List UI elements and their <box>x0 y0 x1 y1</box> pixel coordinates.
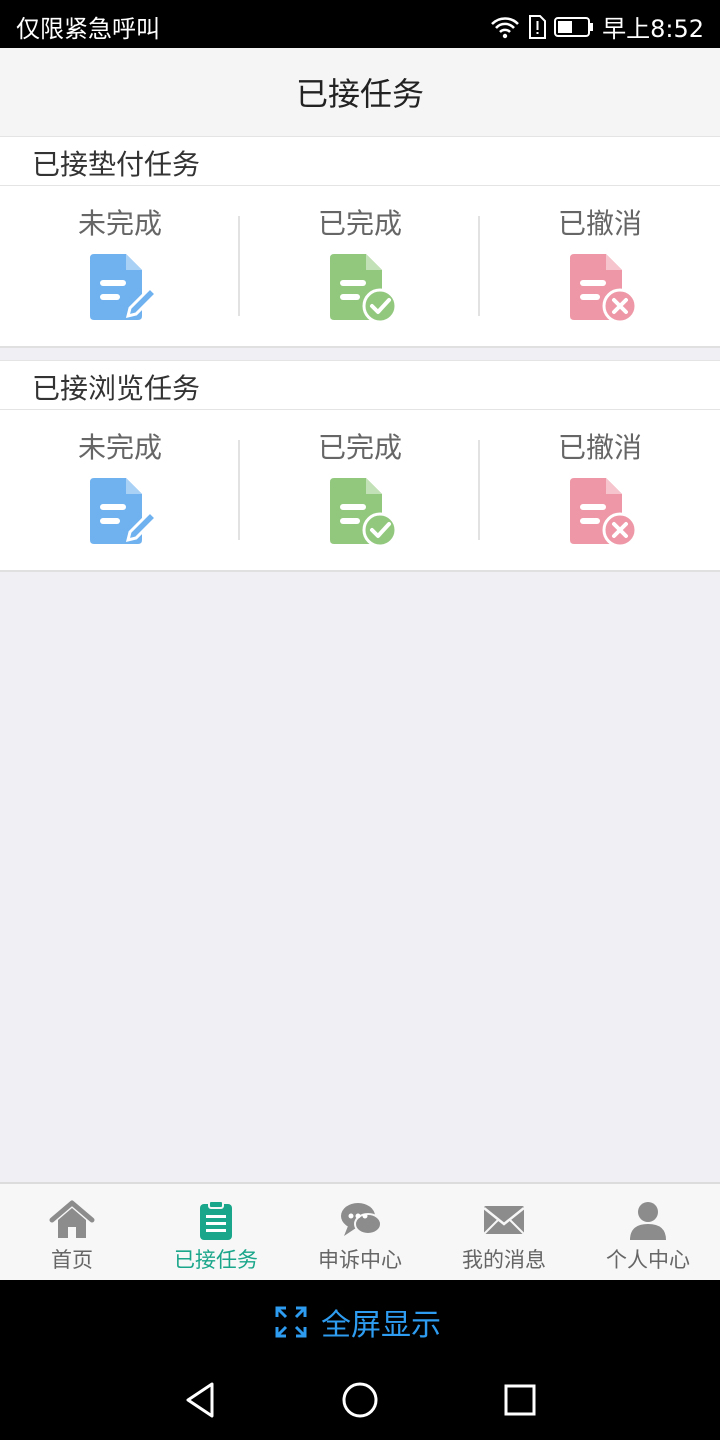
status-icons: 早上8:52 <box>490 9 704 44</box>
tab-label: 个人中心 <box>606 1248 690 1272</box>
cell-label: 未完成 <box>77 431 162 464</box>
cell-label: 已撤消 <box>557 431 642 464</box>
fullscreen-bar: 全屏显示 <box>0 1280 720 1360</box>
advance-unfinished[interactable]: 未完成 <box>0 186 240 346</box>
tab-appeal-center[interactable]: 申诉中心 <box>288 1184 432 1282</box>
tab-profile[interactable]: 个人中心 <box>576 1184 720 1282</box>
tab-label: 我的消息 <box>462 1248 546 1272</box>
wifi-icon <box>491 16 519 38</box>
document-edit-icon <box>90 478 158 544</box>
browse-cancelled[interactable]: 已撤消 <box>480 410 720 570</box>
sim-alert-icon <box>529 14 547 39</box>
document-edit-icon <box>90 254 158 320</box>
tab-label: 首页 <box>51 1248 93 1272</box>
page-title: 已接任务 <box>295 75 424 113</box>
tab-my-messages[interactable]: 我的消息 <box>432 1184 576 1282</box>
fullscreen-label: 全屏显示 <box>321 1308 441 1343</box>
home-icon <box>49 1200 95 1238</box>
section-title-browse: 已接浏览任务 <box>0 360 720 411</box>
recents-icon[interactable] <box>498 1378 542 1422</box>
section-title-label: 已接垫付任务 <box>32 148 201 181</box>
section-title-label: 已接浏览任务 <box>32 372 201 405</box>
carrier-text: 仅限紧急呼叫 <box>16 15 160 43</box>
cell-label: 已完成 <box>317 431 402 464</box>
home-circle-icon[interactable] <box>338 1378 382 1422</box>
section-advance-tasks: 未完成 已完成 已撤消 <box>0 186 720 348</box>
browse-finished[interactable]: 已完成 <box>240 410 480 570</box>
battery-icon <box>554 16 594 37</box>
app-header: 已接任务 <box>0 48 720 138</box>
section-browse-tasks: 未完成 已完成 已撤消 <box>0 410 720 572</box>
clock-text: 早上8:52 <box>602 15 704 43</box>
tab-label: 申诉中心 <box>318 1248 402 1272</box>
document-check-icon <box>330 478 398 546</box>
browse-unfinished[interactable]: 未完成 <box>0 410 240 570</box>
advance-cancelled[interactable]: 已撤消 <box>480 186 720 346</box>
tab-home[interactable]: 首页 <box>0 1184 144 1282</box>
document-check-icon <box>330 254 398 322</box>
bottom-tab-bar: 首页 已接任务 申诉中心 我的消息 个人中心 <box>0 1182 720 1282</box>
clipboard-icon <box>200 1200 232 1240</box>
chat-bubbles-icon <box>341 1203 382 1236</box>
back-icon[interactable] <box>178 1378 222 1422</box>
system-nav-bar <box>0 1360 720 1440</box>
cell-label: 已撤消 <box>557 207 642 240</box>
status-bar: 仅限紧急呼叫 早上8:52 <box>0 0 720 48</box>
tab-accepted-tasks[interactable]: 已接任务 <box>144 1184 288 1282</box>
user-icon <box>630 1202 666 1240</box>
document-cancel-icon <box>570 478 638 546</box>
envelope-icon <box>483 1206 525 1235</box>
cell-label: 未完成 <box>77 207 162 240</box>
expand-icon <box>275 1306 307 1338</box>
section-title-advance: 已接垫付任务 <box>0 136 720 187</box>
tab-label: 已接任务 <box>174 1248 258 1272</box>
document-cancel-icon <box>570 254 638 322</box>
advance-finished[interactable]: 已完成 <box>240 186 480 346</box>
cell-label: 已完成 <box>317 207 402 240</box>
fullscreen-button[interactable]: 全屏显示 <box>275 1300 441 1344</box>
